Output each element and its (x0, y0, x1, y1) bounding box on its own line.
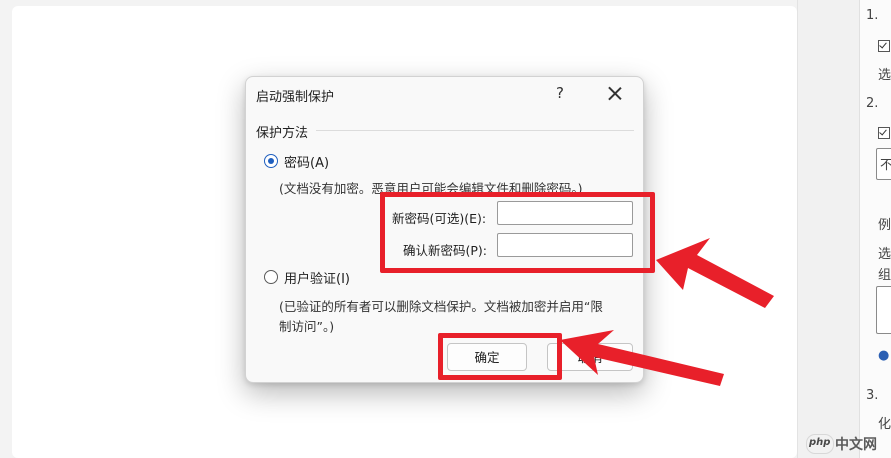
pane-step-2: 2. (866, 96, 879, 111)
pane-gutter (797, 0, 860, 458)
user-icon[interactable]: ● (878, 348, 889, 363)
watermark-text: 中文网 (835, 437, 877, 453)
ok-button[interactable]: 确定 (447, 343, 527, 371)
pane-fragment: 组 (878, 268, 891, 283)
password-description: (文档没有加密。恶意用户可能会编辑文件和删除密码。) (279, 181, 583, 196)
protection-method-label: 保护方法 (256, 126, 309, 141)
new-password-input[interactable] (497, 201, 633, 225)
pane-step-1: 1. (866, 8, 879, 23)
user-authentication-description-line1: (已验证的所有者可以删除文档保护。文档被加密并启用“限 (279, 299, 603, 314)
close-icon[interactable] (602, 82, 628, 106)
pane-fragment: 化 (878, 417, 891, 432)
site-watermark: 中文网 (806, 432, 886, 456)
cancel-button[interactable]: 取消 (547, 343, 633, 371)
restrict-editing-pane: 1. 选 2. 不 例 选 组 ● 3. 化 (859, 0, 891, 458)
user-authentication-description-line2: 制访问”。) (279, 319, 335, 334)
confirm-password-label: 确认新密码(P): (403, 243, 488, 258)
pane-checkbox-1[interactable] (878, 40, 890, 52)
pane-user-list[interactable] (876, 286, 891, 334)
user-authentication-radio-label[interactable]: 用户验证(I) (284, 268, 350, 287)
password-radio-label[interactable]: 密码(A) (284, 152, 329, 171)
start-enforcing-protection-dialog: 启动强制保护 ? 保护方法 密码(A) (文档没有加密。恶意用户可能会编辑文件和… (245, 76, 644, 383)
pane-fragment: 选 (878, 68, 891, 83)
new-password-label: 新密码(可选)(E): (392, 211, 487, 226)
pane-step-3: 3. (866, 388, 879, 403)
user-authentication-radio[interactable] (264, 270, 278, 284)
dialog-title: 启动强制保护 (256, 90, 335, 105)
php-logo-icon (806, 434, 834, 454)
password-radio[interactable] (264, 154, 278, 168)
group-divider (316, 130, 634, 131)
pane-checkbox-2[interactable] (878, 127, 890, 139)
pane-fragment: 例 (878, 218, 891, 233)
help-button[interactable]: ? (556, 84, 564, 102)
confirm-password-input[interactable] (497, 233, 633, 257)
pane-fragment: 选 (878, 247, 891, 262)
pane-fragment: 不 (880, 154, 891, 173)
